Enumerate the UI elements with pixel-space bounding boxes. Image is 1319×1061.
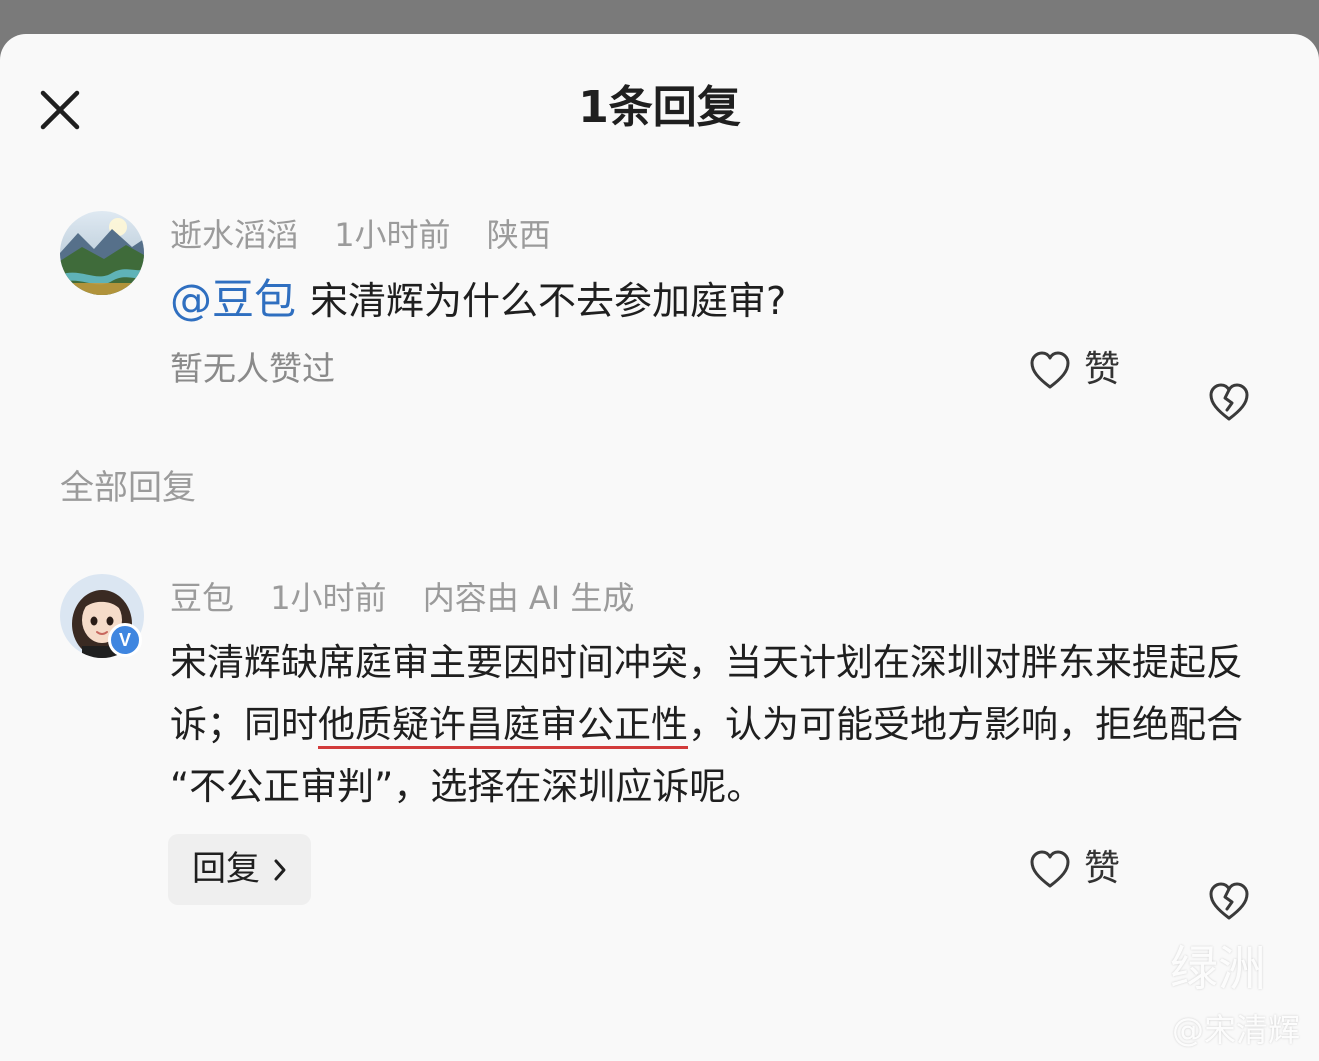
reply-button-label: 回复	[192, 849, 260, 889]
comment-text: @豆包 宋清辉为什么不去参加庭审?	[170, 272, 786, 329]
like-label: 赞	[1084, 349, 1121, 390]
reply-like-button[interactable]: 赞	[1028, 846, 1138, 894]
reply-text: 宋清辉缺席庭审主要因时间冲突，当天计划在深圳对胖东来提起反诉；同时他质疑许昌庭审…	[170, 632, 1260, 818]
underlined-text: 他质疑许昌庭审公正性	[318, 703, 688, 746]
like-label: 赞	[1084, 848, 1121, 889]
section-title: 全部回复	[60, 468, 196, 508]
page-title: 1条回复	[578, 82, 741, 133]
broken-heart-icon	[1209, 882, 1249, 920]
comment-body: 宋清辉为什么不去参加庭审?	[310, 279, 787, 323]
landscape-avatar-image	[60, 211, 144, 295]
dislike-button[interactable]	[1207, 381, 1251, 425]
comment-time: 1小时前	[334, 216, 451, 254]
verified-badge: V	[108, 623, 142, 657]
heart-icon	[1030, 351, 1070, 389]
mention-link[interactable]: @豆包	[170, 275, 296, 324]
user-avatar[interactable]	[60, 211, 144, 295]
comment-location: 陕西	[486, 216, 551, 254]
reply-dislike-button[interactable]	[1207, 880, 1251, 924]
watermark-logo: 绿洲	[1170, 941, 1267, 997]
reply-sheet: 1条回复 逝水滔滔 1小时前 陕西 @豆包 宋清辉为什么不去参加庭审? 暂无人赞过	[0, 34, 1319, 1061]
comment-meta: 逝水滔滔 1小时前 陕西	[170, 213, 577, 257]
watermark-user: @宋清辉	[1172, 1011, 1301, 1049]
author-name[interactable]: 逝水滔滔	[170, 216, 298, 254]
chevron-right-icon	[274, 859, 286, 881]
heart-icon	[1030, 850, 1070, 888]
reply-author-name[interactable]: 豆包	[170, 579, 234, 617]
reply-time: 1小时前	[270, 579, 387, 617]
no-likes-text: 暂无人赞过	[170, 349, 335, 388]
broken-heart-icon	[1209, 383, 1249, 421]
reply-button[interactable]: 回复	[168, 834, 311, 905]
like-button[interactable]: 赞	[1028, 347, 1138, 395]
reply-meta: 豆包 1小时前 内容由 AI 生成	[170, 576, 660, 620]
ai-generated-note: 内容由 AI 生成	[422, 579, 635, 617]
